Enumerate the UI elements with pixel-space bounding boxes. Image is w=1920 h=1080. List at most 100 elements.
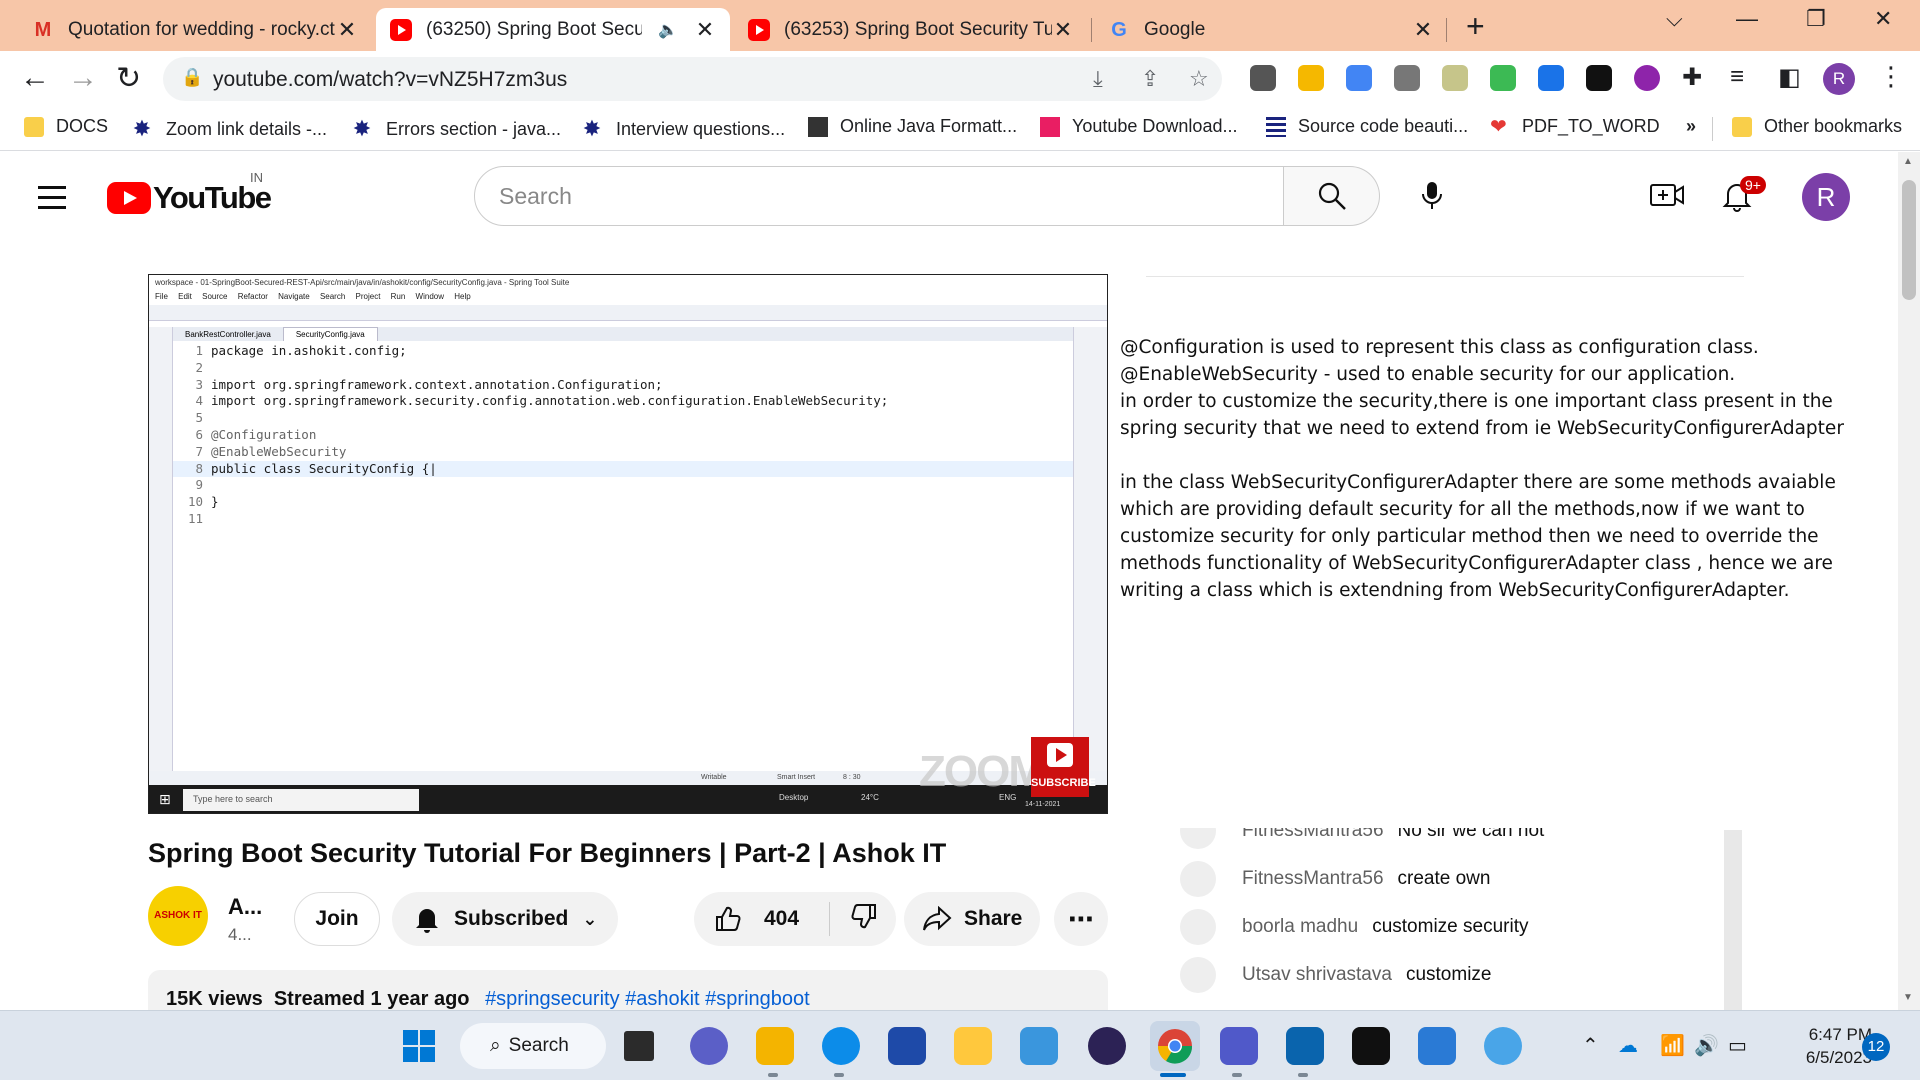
chat-author[interactable]: Utsav shrivastava bbox=[1242, 964, 1392, 986]
description-box[interactable]: 15K views Streamed 1 year ago #springsec… bbox=[148, 970, 1108, 1010]
bookmarks-bar: DOCS ✸ Zoom link details -... ✸ Errors sec… bbox=[0, 107, 1920, 151]
back-icon[interactable]: ← bbox=[20, 61, 50, 95]
chat-author[interactable]: FitnessMantra56 bbox=[1242, 828, 1384, 842]
like-button[interactable]: 404 bbox=[694, 902, 830, 936]
paint-icon[interactable] bbox=[1484, 1027, 1522, 1065]
lock-icon[interactable]: 🔒 bbox=[181, 67, 203, 88]
hashtags[interactable]: #springsecurity #ashokit #springboot bbox=[485, 988, 810, 1010]
photos-icon[interactable] bbox=[954, 1027, 992, 1065]
wifi-icon[interactable]: 📶 bbox=[1660, 1033, 1685, 1058]
scroll-up-icon[interactable]: ▲ bbox=[1903, 156, 1913, 167]
scroll-down-icon[interactable]: ▼ bbox=[1903, 992, 1913, 1003]
channel-name[interactable]: A... bbox=[228, 894, 262, 920]
outlook-icon[interactable] bbox=[1286, 1027, 1324, 1065]
bookmark-docs[interactable]: DOCS bbox=[24, 116, 108, 137]
chrome-active-tile[interactable] bbox=[1150, 1021, 1200, 1071]
window-close-icon[interactable]: ✕ bbox=[1874, 6, 1892, 32]
bookmark-item[interactable]: Online Java Formatt... bbox=[808, 116, 1017, 137]
tab-search-icon[interactable]: ⌵ bbox=[1666, 6, 1683, 32]
address-bar[interactable]: 🔒 youtube.com/watch?v=vNZ5H7zm3us ⤓ ⇪ ☆ bbox=[163, 57, 1222, 101]
extension-icon[interactable] bbox=[1538, 65, 1564, 91]
translate-icon[interactable] bbox=[1346, 65, 1372, 91]
extension-icon[interactable] bbox=[1586, 65, 1612, 91]
close-icon[interactable]: ✕ bbox=[336, 17, 358, 43]
close-icon[interactable]: ✕ bbox=[1412, 17, 1434, 43]
close-icon[interactable]: ✕ bbox=[694, 17, 716, 43]
bookmark-item[interactable]: Source code beauti... bbox=[1266, 116, 1468, 137]
more-actions-button[interactable]: ⋯ bbox=[1054, 892, 1108, 946]
extension-icon[interactable] bbox=[1634, 65, 1660, 91]
chat-icon[interactable] bbox=[690, 1027, 728, 1065]
windows-start-icon[interactable] bbox=[400, 1027, 438, 1065]
video-player[interactable]: workspace - 01-SpringBoot-Secured-REST-A… bbox=[148, 274, 1108, 814]
file-explorer-icon[interactable] bbox=[756, 1027, 794, 1065]
join-button[interactable]: Join bbox=[294, 892, 380, 946]
bookmark-star-icon[interactable]: ☆ bbox=[1189, 66, 1209, 92]
task-view-icon[interactable] bbox=[624, 1031, 654, 1061]
tab-google[interactable]: G Google ✕ bbox=[1094, 8, 1448, 51]
extension-icon[interactable] bbox=[1442, 65, 1468, 91]
webex-icon[interactable] bbox=[1352, 1027, 1390, 1065]
bookmark-item[interactable]: ✸ Errors section - java... bbox=[350, 116, 561, 142]
notification-count[interactable]: 12 bbox=[1862, 1033, 1890, 1061]
profile-avatar[interactable]: R bbox=[1823, 63, 1855, 95]
chat-scrollbar[interactable] bbox=[1724, 830, 1742, 1010]
chevron-up-icon[interactable]: ⌃ bbox=[1582, 1033, 1599, 1058]
new-tab-button[interactable]: + bbox=[1466, 8, 1485, 45]
store-icon[interactable] bbox=[888, 1027, 926, 1065]
create-video-icon[interactable] bbox=[1650, 180, 1684, 215]
battery-icon[interactable]: ▭ bbox=[1728, 1033, 1747, 1058]
volume-icon[interactable]: 🔊 bbox=[1694, 1033, 1719, 1058]
app-icon[interactable] bbox=[1418, 1027, 1456, 1065]
extension-icon[interactable] bbox=[1490, 65, 1516, 91]
subscribed-button[interactable]: Subscribed ⌄ bbox=[392, 892, 618, 946]
eclipse-icon[interactable] bbox=[1088, 1027, 1126, 1065]
speaker-icon[interactable]: 🔈 bbox=[658, 20, 678, 40]
edge-icon[interactable] bbox=[822, 1027, 860, 1065]
search-button[interactable] bbox=[1284, 166, 1380, 226]
page-scrollbar[interactable]: ▲ ▼ bbox=[1898, 152, 1920, 1010]
forward-icon[interactable]: → bbox=[68, 61, 98, 95]
other-bookmarks[interactable]: Other bookmarks bbox=[1732, 116, 1902, 137]
teams-icon[interactable] bbox=[1220, 1027, 1258, 1065]
taskbar-clock[interactable]: 6:47 PM 6/5/2023 bbox=[1748, 1023, 1872, 1069]
restore-icon[interactable]: ❐ bbox=[1806, 6, 1826, 32]
bookmark-item[interactable]: ❤ PDF_TO_WORD bbox=[1490, 116, 1660, 137]
chat-author[interactable]: boorla madhu bbox=[1242, 916, 1358, 938]
snipping-icon[interactable] bbox=[1020, 1027, 1058, 1065]
onedrive-icon[interactable]: ☁ bbox=[1618, 1033, 1638, 1058]
subscribe-overlay[interactable]: SUBSCRIBE bbox=[1031, 737, 1096, 797]
extension-icon[interactable] bbox=[1394, 65, 1420, 91]
share-button[interactable]: Share bbox=[904, 892, 1040, 946]
tab-gmail[interactable]: M Quotation for wedding - rocky.ct ✕ bbox=[18, 8, 372, 51]
url-text[interactable]: youtube.com/watch?v=vNZ5H7zm3us bbox=[213, 68, 567, 92]
reload-icon[interactable]: ↻ bbox=[116, 61, 141, 96]
side-panel-icon[interactable]: ◧ bbox=[1778, 63, 1801, 92]
chat-author[interactable]: FitnessMantra56 bbox=[1242, 868, 1384, 890]
puzzle-icon[interactable]: ✚ bbox=[1682, 63, 1702, 92]
tab-youtube[interactable]: (63253) Spring Boot Security Tut ✕ bbox=[734, 8, 1088, 51]
account-avatar[interactable]: R bbox=[1802, 173, 1850, 221]
extension-icon[interactable] bbox=[1250, 65, 1276, 91]
dislike-button[interactable] bbox=[830, 902, 878, 936]
tab-youtube-active[interactable]: (63250) Spring Boot Security 🔈 ✕ bbox=[376, 8, 730, 51]
menu-kebab-icon[interactable]: ⋮ bbox=[1878, 61, 1904, 92]
bookmark-item[interactable]: ✸ Zoom link details -... bbox=[130, 116, 327, 142]
bookmark-item[interactable]: Youtube Download... bbox=[1040, 116, 1237, 137]
extension-icon[interactable] bbox=[1298, 65, 1324, 91]
media-icon[interactable]: ≡ bbox=[1730, 63, 1744, 91]
install-icon[interactable]: ⤓ bbox=[1093, 66, 1103, 92]
taskbar-search[interactable]: ⌕ Search bbox=[460, 1023, 606, 1069]
scroll-thumb[interactable] bbox=[1902, 180, 1916, 300]
voice-search-button[interactable] bbox=[1402, 166, 1462, 226]
bookmark-item[interactable]: ✸ Interview questions... bbox=[580, 116, 785, 142]
more-bookmarks-button[interactable]: » bbox=[1686, 116, 1696, 137]
badge-icon: ✸ bbox=[132, 116, 152, 141]
youtube-logo[interactable]: YouTube IN bbox=[107, 170, 272, 216]
channel-avatar[interactable]: ASHOK IT bbox=[148, 886, 208, 946]
menu-icon[interactable] bbox=[38, 186, 66, 216]
search-input[interactable]: Search bbox=[474, 166, 1284, 226]
share-icon[interactable]: ⇪ bbox=[1141, 66, 1159, 92]
minimize-icon[interactable]: — bbox=[1736, 6, 1758, 32]
close-icon[interactable]: ✕ bbox=[1052, 17, 1074, 43]
